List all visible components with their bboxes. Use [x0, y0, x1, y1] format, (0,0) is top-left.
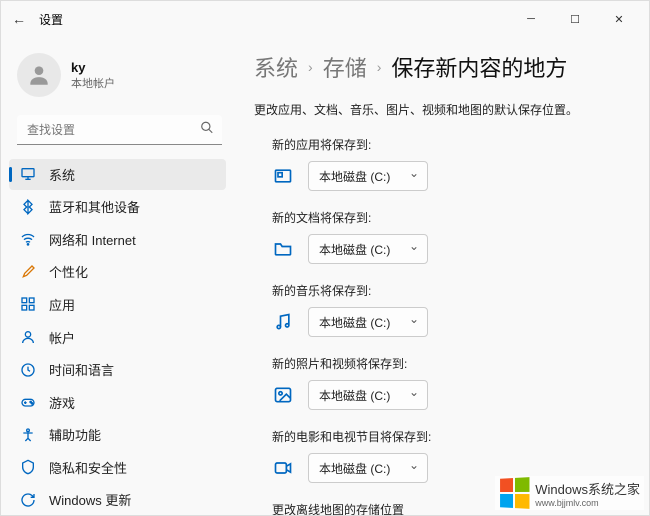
movies-drive-dropdown[interactable]: 本地磁盘 (C:): [308, 453, 428, 483]
movies-save-section: 新的电影和电视节目将保存到: 本地磁盘 (C:): [254, 428, 631, 483]
section-label: 新的电影和电视节目将保存到:: [272, 428, 631, 445]
video-icon: [272, 457, 294, 479]
apps-disk-icon: [272, 165, 294, 187]
sidebar-item-gaming[interactable]: 游戏: [9, 387, 226, 418]
page-description: 更改应用、文档、音乐、图片、视频和地图的默认保存位置。: [254, 101, 631, 118]
search-input[interactable]: [17, 115, 222, 145]
main-content: 系统 › 存储 › 保存新内容的地方 更改应用、文档、音乐、图片、视频和地图的默…: [236, 37, 649, 515]
user-name: ky: [71, 60, 115, 75]
apps-icon: [19, 295, 37, 313]
documents-drive-dropdown[interactable]: 本地磁盘 (C:): [308, 234, 428, 264]
music-note-icon: [272, 311, 294, 333]
sidebar-item-label: 帐户: [49, 328, 75, 347]
sidebar-item-windows-update[interactable]: Windows 更新: [9, 484, 226, 515]
sidebar-item-privacy[interactable]: 隐私和安全性: [9, 452, 226, 483]
section-label: 新的应用将保存到:: [272, 136, 631, 153]
section-label: 新的文档将保存到:: [272, 209, 631, 226]
maximize-button[interactable]: ☐: [553, 4, 597, 34]
back-button[interactable]: ←: [9, 9, 29, 29]
breadcrumb: 系统 › 存储 › 保存新内容的地方: [254, 51, 631, 83]
apps-drive-dropdown[interactable]: 本地磁盘 (C:): [308, 161, 428, 191]
shield-icon: [19, 458, 37, 476]
breadcrumb-system[interactable]: 系统: [254, 51, 298, 83]
watermark-text: Windows系统之家: [535, 479, 640, 498]
section-label: 新的照片和视频将保存到:: [272, 355, 631, 372]
clock-icon: [19, 361, 37, 379]
paintbrush-icon: [19, 263, 37, 281]
sidebar-item-personalization[interactable]: 个性化: [9, 257, 226, 288]
folder-icon: [272, 238, 294, 260]
close-button[interactable]: ✕: [597, 4, 641, 34]
documents-save-section: 新的文档将保存到: 本地磁盘 (C:): [254, 209, 631, 264]
system-icon: [19, 165, 37, 183]
sidebar-item-label: 隐私和安全性: [49, 458, 127, 477]
music-drive-dropdown[interactable]: 本地磁盘 (C:): [308, 307, 428, 337]
image-icon: [272, 384, 294, 406]
sidebar-item-network[interactable]: 网络和 Internet: [9, 224, 226, 255]
breadcrumb-storage[interactable]: 存储: [323, 51, 367, 83]
sidebar-item-bluetooth[interactable]: 蓝牙和其他设备: [9, 192, 226, 223]
minimize-button[interactable]: ─: [509, 4, 553, 34]
gamepad-icon: [19, 393, 37, 411]
music-save-section: 新的音乐将保存到: 本地磁盘 (C:): [254, 282, 631, 337]
chevron-right-icon: ›: [308, 59, 313, 75]
watermark-url: www.bjjmlv.com: [535, 498, 640, 508]
windows-logo-icon: [500, 477, 529, 509]
bluetooth-icon: [19, 198, 37, 216]
sidebar-nav: 系统 蓝牙和其他设备 网络和 Internet 个性化 应用: [9, 159, 236, 515]
avatar: [17, 53, 61, 97]
user-account-row[interactable]: ky 本地帐户: [9, 47, 236, 111]
sidebar-item-label: 时间和语言: [49, 360, 114, 379]
sidebar-item-label: 系统: [49, 165, 75, 184]
photos-save-section: 新的照片和视频将保存到: 本地磁盘 (C:): [254, 355, 631, 410]
breadcrumb-current: 保存新内容的地方: [391, 51, 567, 83]
sidebar-item-label: 蓝牙和其他设备: [49, 197, 140, 216]
sidebar-item-label: 网络和 Internet: [49, 230, 136, 249]
sidebar-item-label: Windows 更新: [49, 490, 131, 509]
settings-window: ← 设置 ─ ☐ ✕ ky 本地帐户: [0, 0, 650, 516]
photos-drive-dropdown[interactable]: 本地磁盘 (C:): [308, 380, 428, 410]
accessibility-icon: [19, 426, 37, 444]
sidebar-item-accessibility[interactable]: 辅助功能: [9, 419, 226, 450]
chevron-right-icon: ›: [377, 59, 382, 75]
sidebar-item-accounts[interactable]: 帐户: [9, 322, 226, 353]
window-title: 设置: [39, 11, 63, 28]
sidebar-item-apps[interactable]: 应用: [9, 289, 226, 320]
update-icon: [19, 491, 37, 509]
section-label: 新的音乐将保存到:: [272, 282, 631, 299]
watermark: Windows系统之家 www.bjjmlv.com: [495, 476, 644, 510]
sidebar-item-label: 个性化: [49, 262, 88, 281]
sidebar-item-label: 应用: [49, 295, 75, 314]
sidebar: ky 本地帐户 系统 蓝牙和其他设备: [1, 37, 236, 515]
user-type: 本地帐户: [71, 75, 115, 91]
sidebar-item-time-language[interactable]: 时间和语言: [9, 354, 226, 385]
sidebar-item-label: 辅助功能: [49, 425, 101, 444]
wifi-icon: [19, 230, 37, 248]
person-icon: [19, 328, 37, 346]
apps-save-section: 新的应用将保存到: 本地磁盘 (C:): [254, 136, 631, 191]
sidebar-item-system[interactable]: 系统: [9, 159, 226, 190]
sidebar-item-label: 游戏: [49, 393, 75, 412]
titlebar: ← 设置 ─ ☐ ✕: [1, 1, 649, 37]
